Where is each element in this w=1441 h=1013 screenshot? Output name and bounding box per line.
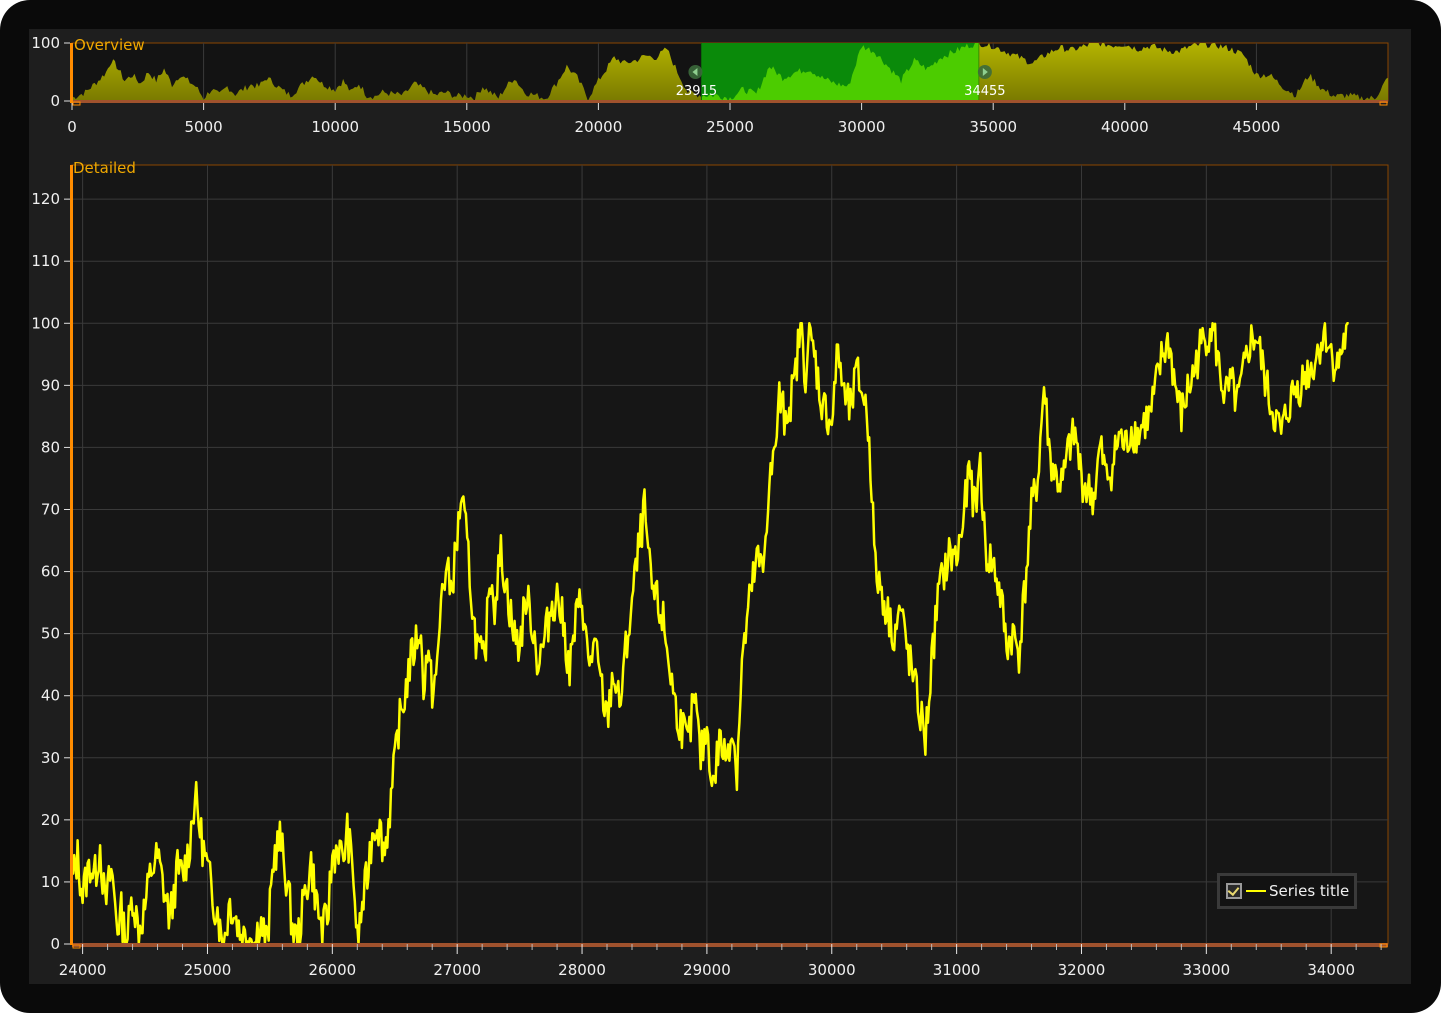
detailed-y-tick-label: 10 [41,873,60,891]
chart-canvas: 23915 34455 Overview 0 5000 10000 15000 2000… [31,34,1389,979]
overview-x-scrollbar-start[interactable] [72,101,81,106]
overview-y-tick-label: 0 [50,92,60,110]
detailed-x-tick-label: 27000 [433,961,481,979]
selection-end-label: 34455 [964,84,1005,99]
overview-chart[interactable]: 23915 34455 Overview 0 5000 10000 15000 2000… [31,34,1389,136]
legend: Series title [1217,873,1357,909]
detailed-y-tick-label: 0 [50,935,60,953]
detailed-y-tick-label: 80 [41,438,60,456]
detailed-x-tick-label: 33000 [1182,961,1230,979]
detailed-x-tick-label: 31000 [933,961,981,979]
detailed-x-tick-label: 34000 [1307,961,1355,979]
overview-x-tick-label: 0 [67,118,77,136]
overview-x-tick-label: 45000 [1233,118,1281,136]
selection-start-label: 23915 [676,84,717,99]
overview-y-tick-label: 100 [31,34,60,52]
detailed-plot-area [71,164,1389,945]
detailed-y-tick-label: 60 [41,563,60,581]
detailed-y-tick-label: 20 [41,811,60,829]
overview-title: Overview [74,36,145,54]
overview-x-axis: 0 5000 10000 15000 20000 25000 30000 35000 40000… [67,103,1280,136]
detailed-x-axis-bar [72,943,1388,947]
selection-start-handle[interactable] [688,65,703,79]
overview-x-tick-label: 15000 [443,118,491,136]
overview-y-axis: 0 100 [31,34,70,110]
detailed-y-axis: 0 10 20 30 40 50 60 70 80 90 100 110 120 [31,190,70,953]
overview-x-tick-label: 30000 [838,118,886,136]
detailed-y-tick-label: 30 [41,749,60,767]
detailed-y-tick-label: 120 [31,190,60,208]
overview-x-scrollbar-end[interactable] [1379,101,1388,106]
detailed-x-axis: 24000 25000 26000 27000 28000 29000 30000 31000… [59,944,1382,979]
detailed-y-tick-label: 110 [31,252,60,270]
detailed-x-tick-label: 28000 [558,961,606,979]
overview-x-tick-label: 5000 [185,118,223,136]
series-color-swatch [1246,890,1266,892]
detailed-y-axis-bar [70,165,73,945]
detailed-chart[interactable]: Detailed 24000 25000 26000 27000 28000 29000 3… [31,159,1389,979]
overview-y-axis-bar [70,43,73,103]
detailed-y-tick-label: 70 [41,500,60,518]
detailed-x-tick-label: 25000 [184,961,232,979]
overview-x-axis-bar [72,100,1388,103]
selection-end-handle[interactable] [977,65,992,79]
detailed-x-tick-label: 29000 [683,961,731,979]
detailed-x-tick-label: 26000 [308,961,356,979]
detailed-y-tick-label: 40 [41,687,60,705]
detailed-x-tick-label: 24000 [59,961,107,979]
overview-x-tick-label: 25000 [706,118,754,136]
overview-x-tick-label: 35000 [969,118,1017,136]
detailed-y-tick-label: 50 [41,625,60,643]
overview-x-tick-label: 10000 [311,118,359,136]
series-visibility-checkbox[interactable] [1226,883,1242,899]
detailed-y-tick-label: 100 [31,314,60,332]
overview-x-tick-label: 40000 [1101,118,1149,136]
legend-label: Series title [1269,882,1350,900]
detailed-title: Detailed [73,159,136,177]
detailed-x-tick-label: 32000 [1058,961,1106,979]
detailed-x-tick-label: 30000 [808,961,856,979]
detailed-y-tick-label: 90 [41,376,60,394]
overview-x-tick-label: 20000 [575,118,623,136]
